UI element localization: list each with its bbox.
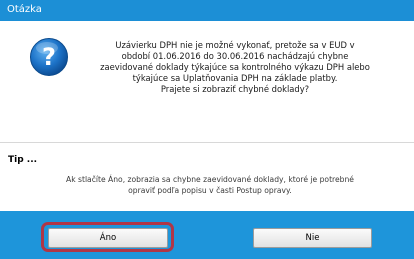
divider [0,142,414,143]
dialog-message: Uzávierku DPH nie je možné vykonať, pret… [100,40,370,94]
dialog-titlebar[interactable]: Otázka [0,0,414,21]
tip-text: Ak stlačíte Áno, zobrazia sa chybne zaev… [66,175,354,195]
svg-text:?: ? [42,43,56,71]
question-dialog: Otázka ? Uzávierku DPH nie je možné vyko… [0,0,414,259]
dialog-title: Otázka [7,4,42,15]
question-icon: ? [30,38,68,76]
no-button[interactable]: Nie [253,228,372,248]
tip-heading: Tip ... [8,155,38,165]
yes-button[interactable]: Áno [48,228,168,248]
